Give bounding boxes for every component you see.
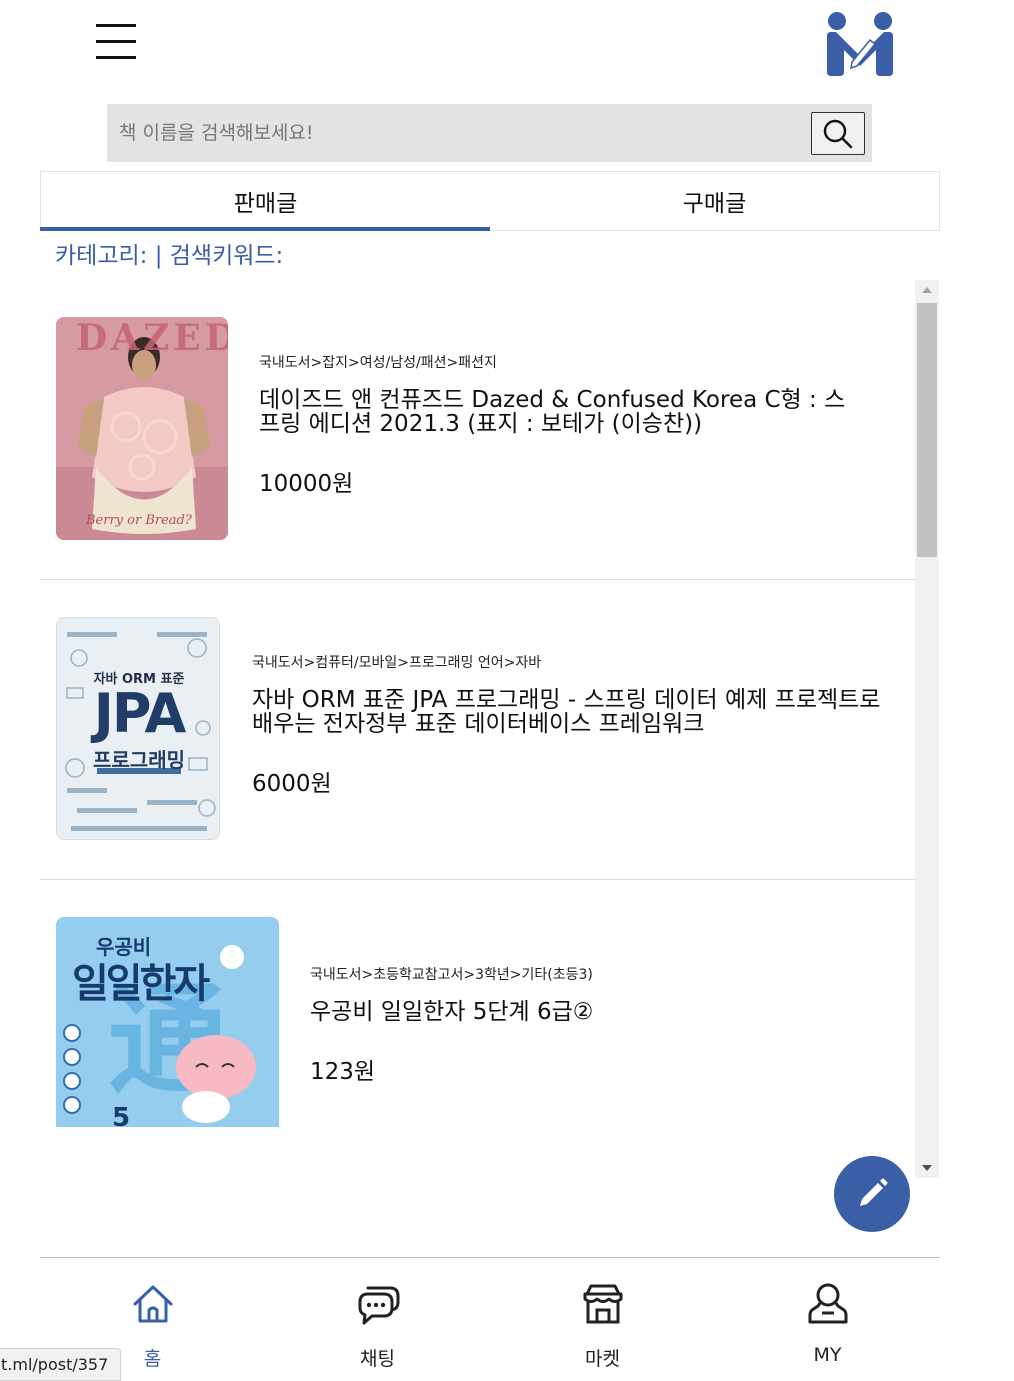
tab-sell[interactable]: 판매글: [40, 172, 490, 231]
post-info: 국내도서>컴퓨터/모바일>프로그래밍 언어>자바 자바 ORM 표준 JPA 프…: [252, 652, 892, 798]
post-price: 10000원: [259, 471, 354, 497]
scroll-up-arrow-icon[interactable]: [915, 280, 939, 300]
post-title: 자바 ORM 표준 JPA 프로그래밍 - 스프링 데이터 예제 프로젝트로 배…: [252, 687, 881, 737]
menu-bar: [96, 56, 136, 59]
pencil-icon: [860, 1178, 888, 1206]
list-scrollbar[interactable]: [915, 280, 939, 1178]
nav-chat-label: 채팅: [360, 1348, 395, 1370]
search-bar: [107, 104, 872, 162]
list-item[interactable]: 通 우공비 일일한자 5 국내도서>초등학교참고서>3학년>기타(초등3) 우공…: [40, 880, 915, 1178]
user-icon: [808, 1283, 847, 1324]
nav-market-label: 마켓: [585, 1348, 620, 1370]
cover-subtitle: Berry or Bread?: [86, 513, 192, 528]
cover-grade: 5: [112, 1103, 131, 1133]
list-item[interactable]: 자바 ORM 표준 JPA 프로그래밍 국내도서>컴퓨터/모바일>프로그래밍 언…: [40, 580, 915, 880]
app-logo-icon[interactable]: [822, 10, 898, 78]
post-info: 국내도서>초등학교참고서>3학년>기타(초등3) 우공비 일일한자 5단계 6급…: [310, 964, 870, 1086]
post-category: 국내도서>초등학교참고서>3학년>기타(초등3): [310, 967, 593, 983]
hamburger-menu-icon[interactable]: [96, 22, 138, 62]
list-item[interactable]: DAZED Berry or Bread? 국내도서>잡지>여성/남성/패션>패…: [40, 280, 915, 580]
scroll-down-arrow-icon[interactable]: [915, 1158, 939, 1178]
post-type-tabs: 판매글 구매글: [40, 171, 940, 231]
filter-summary: 카테고리: | 검색키워드:: [55, 243, 284, 269]
post-category: 국내도서>잡지>여성/남성/패션>패션지: [259, 355, 497, 371]
menu-bar: [96, 24, 136, 27]
menu-bar: [96, 40, 136, 43]
nav-chat[interactable]: 채팅: [265, 1258, 490, 1381]
search-button[interactable]: [811, 112, 865, 155]
book-cover-image: 通 우공비 일일한자 5: [56, 917, 279, 1140]
search-icon: [823, 119, 853, 148]
cover-title: JPA: [93, 682, 187, 745]
post-price: 123원: [310, 1059, 376, 1085]
search-input[interactable]: [107, 104, 807, 162]
post-info: 국내도서>잡지>여성/남성/패션>패션지 데이즈드 앤 컨퓨즈드 Dazed &…: [259, 352, 859, 498]
write-post-button[interactable]: [834, 1156, 910, 1232]
cover-title: 일일한자: [72, 961, 210, 1007]
nav-market[interactable]: 마켓: [490, 1258, 715, 1381]
post-title: 데이즈드 앤 컨퓨즈드 Dazed & Confused Korea C형 : …: [259, 387, 846, 437]
nav-my[interactable]: MY: [715, 1258, 940, 1381]
cover-subtitle: 프로그래밍: [93, 748, 185, 772]
book-cover-image: DAZED Berry or Bread?: [56, 317, 228, 540]
store-icon: [583, 1284, 622, 1324]
cover-title: DAZED: [76, 317, 228, 359]
status-bar-url: t.ml/post/357: [0, 1348, 122, 1381]
post-list: DAZED Berry or Bread? 국내도서>잡지>여성/남성/패션>패…: [40, 280, 915, 1178]
chat-icon: [358, 1286, 399, 1325]
post-price: 6000원: [252, 771, 332, 797]
home-icon: [133, 1285, 172, 1323]
book-cover-image: 자바 ORM 표준 JPA 프로그래밍: [56, 617, 220, 840]
tab-buy[interactable]: 구매글: [490, 172, 939, 230]
post-title: 우공비 일일한자 5단계 6급②: [310, 999, 594, 1025]
nav-home-label: 홈: [143, 1348, 162, 1370]
post-category: 국내도서>컴퓨터/모바일>프로그래밍 언어>자바: [252, 655, 542, 671]
nav-my-label: MY: [813, 1344, 842, 1366]
bottom-navigation: 홈 채팅 마켓 MY: [40, 1257, 940, 1381]
scrollbar-thumb[interactable]: [917, 303, 937, 557]
